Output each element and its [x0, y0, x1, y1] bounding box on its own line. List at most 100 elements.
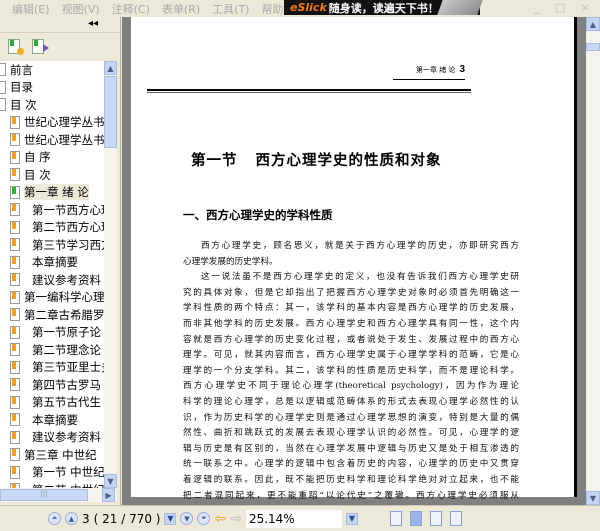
last-page-icon[interactable]: ⏷ [197, 512, 211, 525]
panel-header: ◂◂ [0, 17, 120, 33]
tree-item-label: 本章摘要 [32, 412, 78, 427]
scroll-down-icon[interactable]: ▼ [586, 491, 600, 505]
ad-banner[interactable]: eSlick 随身读，读遍天下书！ [284, 0, 483, 15]
tree-item[interactable]: 第三节学习西方心理 [0, 236, 104, 254]
panel-toolbar [0, 33, 120, 59]
tree-item[interactable]: 第二节西方心理学史 [0, 219, 104, 237]
continuous-facing-view-icon[interactable] [449, 511, 462, 526]
facing-view-icon[interactable] [429, 511, 442, 526]
scroll-right-icon[interactable]: ▶ [102, 488, 115, 502]
next-page-icon[interactable]: ▼ [180, 512, 194, 525]
tree-vertical-scrollbar[interactable]: ▲ ▼ [104, 61, 117, 488]
tree-item[interactable]: 自 序 [0, 149, 104, 167]
tree-horizontal-scrollbar[interactable]: ||| ▶ [0, 488, 117, 502]
tree-item[interactable]: 第一节原子论 [0, 324, 104, 342]
tree-item[interactable]: 建议参考资料 [0, 271, 104, 289]
tree-item-label: 第四节古罗马 [32, 377, 101, 392]
expand-bookmark-icon[interactable] [8, 38, 24, 55]
text-line: 西方心理学史不同于理论心理学(theoretical psychology)，因… [183, 381, 519, 392]
menu-item[interactable]: 注释(C) [112, 1, 150, 17]
bookmark-page-icon [10, 255, 20, 269]
tree-item[interactable]: 第五节古代生 [0, 394, 104, 412]
single-page-view-icon[interactable] [389, 511, 402, 526]
tree-item-label: 第一节原子论 [32, 325, 101, 340]
scroll-up-icon[interactable]: ▲ [104, 61, 117, 75]
document-vertical-scrollbar[interactable]: ▲ ▼ [586, 17, 600, 505]
tree-item[interactable]: 第一节 中世纪 [0, 464, 104, 482]
tree-item-label: 第一编科学心理学 [24, 290, 104, 305]
bookmark-page-icon [0, 63, 6, 77]
navigation-bar: ⏶ ▲ 3 ( 21 / 770 ) ▼ ▼ ⏷ ⇦ ⇨ 25.14% ▼ [0, 505, 600, 531]
tree-item-label: 目录 [10, 80, 33, 95]
page-dropdown-icon[interactable]: ▼ [164, 512, 177, 525]
tree-item-label: 第二节西方心理学史 [32, 220, 104, 235]
tree-item-label: 本章摘要 [32, 255, 78, 270]
bookmark-page-icon [10, 203, 20, 217]
bookmark-page-icon [10, 360, 20, 374]
tree-item[interactable]: 第四节古罗马 [0, 376, 104, 394]
forward-arrow-icon[interactable]: ⇨ [230, 511, 242, 527]
bookmark-page-icon [10, 325, 20, 339]
collapse-panel-button[interactable]: ◂◂ [88, 18, 98, 29]
zoom-dropdown-icon[interactable]: ▼ [345, 512, 358, 525]
banner-brand: eSlick [290, 1, 327, 14]
scroll-up-icon[interactable]: ▲ [586, 17, 600, 31]
tree-item-label: 第一节西方心理学史 [32, 202, 104, 217]
menu-item[interactable]: 视图(V) [62, 1, 100, 17]
first-page-icon[interactable]: ⏶ [48, 512, 61, 525]
back-arrow-icon[interactable]: ⇦ [214, 511, 226, 527]
tree-item[interactable]: 目 次 [0, 166, 104, 184]
zoom-field[interactable]: 25.14% [245, 509, 342, 528]
text-line: 学科性质的两个特点：其一，该学科的基本内容是西方心理学的历史发展， [183, 303, 519, 314]
tree-item[interactable]: 第三节亚里士多德 [0, 359, 104, 377]
page-count: ( 21 / 770 ) [93, 511, 161, 526]
menu-item[interactable]: 表单(R) [162, 1, 200, 17]
window-controls[interactable]: _ □ × [534, 1, 596, 14]
tree-item[interactable]: 本章摘要 [0, 254, 104, 272]
tree-item[interactable]: 目录 [0, 79, 104, 97]
tree-item[interactable]: 本章摘要 [0, 411, 104, 429]
scroll-thumb[interactable]: ||| [0, 489, 88, 501]
tree-item-label: 第一章 绪 论 [24, 184, 89, 201]
running-head-text: 第一章 绪 论 [415, 66, 456, 74]
bookmark-page-icon [10, 273, 20, 287]
tree-item[interactable]: 第三章 中世纪 [0, 446, 104, 464]
tree-item[interactable]: 前言 [0, 61, 104, 79]
scroll-down-icon[interactable]: ▼ [104, 474, 117, 488]
tree-item-label: 世纪心理学丛书 [24, 115, 104, 130]
tree-item[interactable]: 世纪心理学丛书 [0, 131, 104, 149]
bookmark-page-icon [0, 80, 6, 94]
tree-item[interactable]: 第一编科学心理学 [0, 289, 104, 307]
pdf-page: 第一章 绪 论3 第一节 西方心理学史的性质和对象 一、西方心理学史的学科性质 西… [131, 17, 577, 516]
tree-item-label: 第三章 中世纪 [24, 447, 97, 462]
scroll-thumb[interactable] [104, 76, 117, 148]
zoom-value: 25.14% [248, 511, 295, 526]
page-number-field[interactable]: 3 [82, 512, 90, 526]
tree-item[interactable]: 目 次 [0, 96, 104, 114]
text-line: 容就是西方心理学的历史变化过程，或者说处于发生、发展过程中的西方心 [183, 334, 519, 345]
tree-item[interactable]: 第一节西方心理学史 [0, 201, 104, 219]
bookmark-page-icon [10, 220, 20, 234]
tree-item[interactable]: 建议参考资料 [0, 429, 104, 447]
bookmark-page-icon [10, 290, 20, 304]
text-line: 统一联系之中。心理学的逻辑中包含着历史的内容，心理学的历史中又贯穿 [183, 459, 519, 470]
bookmark-page-icon [10, 308, 20, 322]
goto-bookmark-icon[interactable] [32, 38, 49, 54]
tree-item[interactable]: 第一章 绪 论 [0, 184, 104, 202]
bookmarks-panel: ◂◂ 前言 目录目 次世纪心理学丛书 世纪心理学丛书自 序目 次第一章 绪 论第一节… [0, 17, 121, 505]
tree-item[interactable]: 世纪心理学丛书 [0, 114, 104, 132]
text-line: 西方心理学史，顾名思义，就是关于西方心理学的历史，亦即研究西方 [201, 241, 519, 251]
tree-item-label: 第二章古希腊罗马 [24, 307, 104, 322]
tree-item[interactable]: 第二节理念论 [0, 341, 104, 359]
menu-item[interactable]: 编辑(E) [12, 1, 50, 17]
scroll-thumb[interactable] [586, 43, 600, 51]
tree-item[interactable]: 第二章古希腊罗马 [0, 306, 104, 324]
bookmark-page-icon [10, 343, 20, 357]
bookmark-page-icon [10, 465, 20, 479]
text-line: 而非其他学科的历史发展。西方心理学史和西方心理学具有同一性，这个内 [183, 318, 519, 329]
continuous-view-icon[interactable] [409, 511, 422, 526]
bookmark-page-icon [10, 133, 20, 147]
previous-page-icon[interactable]: ▲ [65, 512, 78, 525]
menu-item[interactable]: 工具(T) [212, 1, 249, 17]
tree-item[interactable]: 第二节 中世纪 [0, 481, 104, 488]
